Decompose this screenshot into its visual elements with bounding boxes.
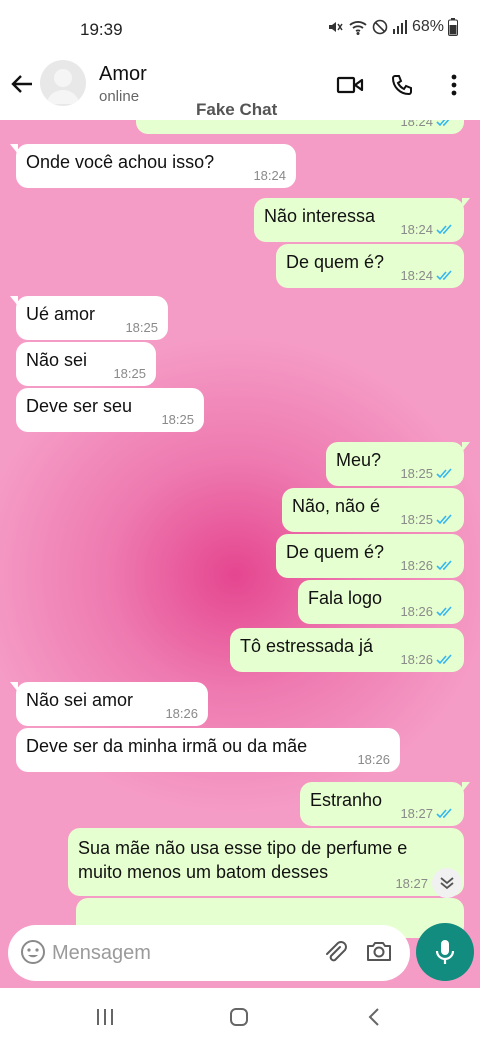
- battery-icon: [448, 18, 458, 36]
- message-text: Estranho: [310, 790, 383, 810]
- read-tick-icon: [436, 808, 452, 819]
- phone-icon[interactable]: [387, 70, 417, 100]
- camera-icon[interactable]: [366, 939, 392, 968]
- read-tick-icon: [436, 270, 452, 281]
- chat-area[interactable]: 18:24 Onde você achou isso? 18:24 Não in…: [0, 120, 480, 988]
- message-bubble-outgoing[interactable]: De quem é? 18:24: [276, 244, 464, 288]
- message-meta: 18:25: [400, 466, 454, 481]
- message-text: Tô estressada já: [240, 636, 374, 656]
- message-meta: 18:24: [400, 222, 454, 237]
- message-bubble-outgoing[interactable]: Estranho 18:27: [300, 782, 470, 826]
- read-tick-icon: [436, 654, 452, 665]
- contact-name[interactable]: Amor: [99, 63, 147, 86]
- message-meta: 18:24: [253, 168, 286, 183]
- home-icon[interactable]: [225, 1004, 253, 1030]
- message-meta: 18:24: [400, 120, 454, 129]
- message-meta: 18:27: [400, 806, 454, 821]
- message-meta: 18:25: [125, 320, 158, 335]
- status-icons: 68%: [326, 18, 458, 36]
- message-text: De quem é?: [286, 542, 385, 562]
- scroll-down-icon[interactable]: [432, 868, 462, 898]
- message-meta: 18:26: [165, 706, 198, 721]
- message-bubble-outgoing[interactable]: De quem é? 18:26: [276, 534, 464, 578]
- message-bubble-outgoing-partial[interactable]: 18:24: [136, 120, 464, 134]
- message-text: Ué amor: [26, 304, 96, 324]
- system-nav-bar: [0, 988, 480, 1046]
- message-input[interactable]: [52, 937, 292, 969]
- signal-icon: [392, 19, 408, 35]
- battery-text: 68%: [411, 18, 444, 35]
- message-bubble-incoming[interactable]: Ué amor 18:25: [10, 296, 168, 340]
- read-tick-icon: [436, 120, 450, 127]
- more-vert-icon[interactable]: [439, 70, 469, 100]
- message-bubble-outgoing[interactable]: Sua mãe não usa esse tipo de perfume e m…: [68, 828, 464, 896]
- back-arrow-icon[interactable]: [8, 68, 36, 100]
- no-disturb-icon: [372, 19, 388, 35]
- message-bubble-incoming[interactable]: Não sei 18:25: [16, 342, 156, 386]
- message-meta: 18:27: [395, 876, 428, 891]
- recent-apps-icon[interactable]: [91, 1004, 119, 1030]
- message-bubble-incoming[interactable]: Deve ser seu 18:25: [16, 388, 204, 432]
- message-bubble-outgoing[interactable]: Não interessa 18:24: [254, 198, 470, 242]
- message-meta: 18:26: [400, 604, 454, 619]
- mute-icon: [326, 18, 344, 36]
- message-text: Onde você achou isso?: [26, 152, 215, 172]
- read-tick-icon: [436, 606, 452, 617]
- message-text: Deve ser da minha irmã ou da mãe: [26, 736, 308, 756]
- message-bubble-incoming[interactable]: Onde você achou isso? 18:24: [10, 144, 296, 188]
- emoji-icon[interactable]: [20, 939, 46, 970]
- message-bubble-incoming[interactable]: Não sei amor 18:26: [10, 682, 208, 726]
- message-text: Deve ser seu: [26, 396, 133, 416]
- message-meta: 18:25: [400, 512, 454, 527]
- message-text: Sua mãe não usa esse tipo de perfume e m…: [78, 838, 408, 882]
- back-icon[interactable]: [360, 1004, 388, 1030]
- mic-icon: [435, 940, 455, 964]
- message-text: Meu?: [336, 450, 382, 470]
- read-tick-icon: [436, 468, 452, 479]
- message-text: Não sei amor: [26, 690, 134, 710]
- message-meta: 18:26: [400, 652, 454, 667]
- message-bubble-incoming[interactable]: Deve ser da minha irmã ou da mãe 18:26: [16, 728, 400, 772]
- message-meta: 18:25: [161, 412, 194, 427]
- message-text: Não sei: [26, 350, 88, 370]
- message-bubble-outgoing[interactable]: Não, não é 18:25: [282, 488, 464, 532]
- message-bubble-outgoing[interactable]: Tô estressada já 18:26: [230, 628, 464, 672]
- read-tick-icon: [436, 514, 452, 525]
- video-call-icon[interactable]: [335, 70, 365, 100]
- message-text: Não interessa: [264, 206, 376, 226]
- message-meta: 18:26: [357, 752, 390, 767]
- message-bubble-outgoing[interactable]: Fala logo 18:26: [298, 580, 464, 624]
- attach-icon[interactable]: [322, 939, 348, 970]
- message-text: Fala logo: [308, 588, 383, 608]
- message-bubble-outgoing[interactable]: Meu? 18:25: [326, 442, 470, 486]
- read-tick-icon: [436, 560, 452, 571]
- message-text: Não, não é: [292, 496, 381, 516]
- message-meta: 18:24: [400, 268, 454, 283]
- message-meta: 18:25: [113, 366, 146, 381]
- wifi-icon: [348, 18, 368, 36]
- avatar[interactable]: [40, 60, 86, 106]
- message-text: De quem é?: [286, 252, 385, 272]
- read-tick-icon: [436, 224, 452, 235]
- message-meta: 18:26: [400, 558, 454, 573]
- message-composer: [8, 925, 410, 981]
- contact-status: online: [99, 88, 140, 105]
- mic-button[interactable]: [416, 923, 474, 981]
- watermark-label: Fake Chat: [196, 100, 278, 119]
- status-bar: 19:39 68%: [0, 0, 480, 58]
- status-time: 19:39: [80, 20, 123, 39]
